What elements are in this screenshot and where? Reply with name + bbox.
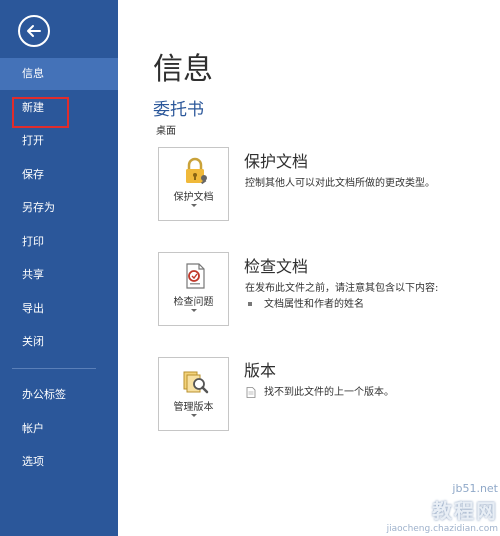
section-description: 控制其他人可以对此文档所做的更改类型。 (245, 178, 435, 189)
nav-item-print[interactable]: 打印 (0, 226, 118, 258)
list-item: 文档属性和作者的姓名 (248, 295, 364, 310)
section-description: 在发布此文件之前，请注意其包含以下内容: (245, 283, 439, 294)
nav-divider (12, 368, 96, 369)
manage-versions-icon (183, 371, 209, 394)
version-note: 找不到此文件的上一个版本。 (246, 383, 394, 398)
section-heading: 保护文档 (244, 152, 309, 171)
section-heading: 版本 (244, 361, 277, 380)
nav-item-export[interactable]: 导出 (0, 293, 118, 325)
nav-item-open[interactable]: 打开 (0, 125, 118, 157)
nav-item-save-as[interactable]: 另存为 (0, 192, 118, 224)
bullet-text: 文档属性和作者的姓名 (264, 299, 364, 310)
nav-item-save[interactable]: 保存 (0, 159, 118, 191)
check-issues-button[interactable]: 检查问题 (158, 252, 229, 326)
inspect-document-icon (186, 263, 205, 289)
nav-item-share[interactable]: 共享 (0, 259, 118, 291)
document-name: 委托书 (153, 100, 204, 120)
info-panel: 信息 委托书 桌面 保护文档 保护文档 控制其他人可以对此文档所做的更改类型。 … (118, 0, 500, 536)
section-heading: 检查文档 (244, 257, 309, 276)
chevron-down-icon (191, 414, 197, 417)
version-note-text: 找不到此文件的上一个版本。 (264, 387, 394, 398)
document-icon (246, 386, 256, 398)
tile-label: 保护文档 (173, 192, 214, 203)
back-button[interactable] (18, 15, 50, 47)
protect-document-button[interactable]: 保护文档 (158, 147, 229, 221)
page-title: 信息 (153, 52, 213, 87)
chevron-down-icon (191, 204, 197, 207)
chevron-down-icon (191, 309, 197, 312)
nav-item-info[interactable]: 信息 (0, 58, 118, 90)
nav-item-close[interactable]: 关闭 (0, 326, 118, 358)
nav-item-account[interactable]: 帐户 (0, 413, 118, 445)
tile-label: 管理版本 (173, 402, 214, 413)
annotation-highlight-box (12, 97, 69, 128)
backstage-sidebar: 信息 新建 打开 保存 另存为 打印 共享 导出 关闭 办公标签 帐户 选项 (0, 0, 118, 536)
document-path[interactable]: 桌面 (156, 122, 176, 137)
nav-item-office-tab[interactable]: 办公标签 (0, 379, 118, 411)
arrow-left-circle-icon (27, 25, 41, 37)
manage-versions-button[interactable]: 管理版本 (158, 357, 229, 431)
bullet-icon (248, 302, 252, 306)
nav-item-options[interactable]: 选项 (0, 446, 118, 478)
tile-label: 检查问题 (173, 297, 214, 308)
lock-key-icon (186, 157, 207, 185)
